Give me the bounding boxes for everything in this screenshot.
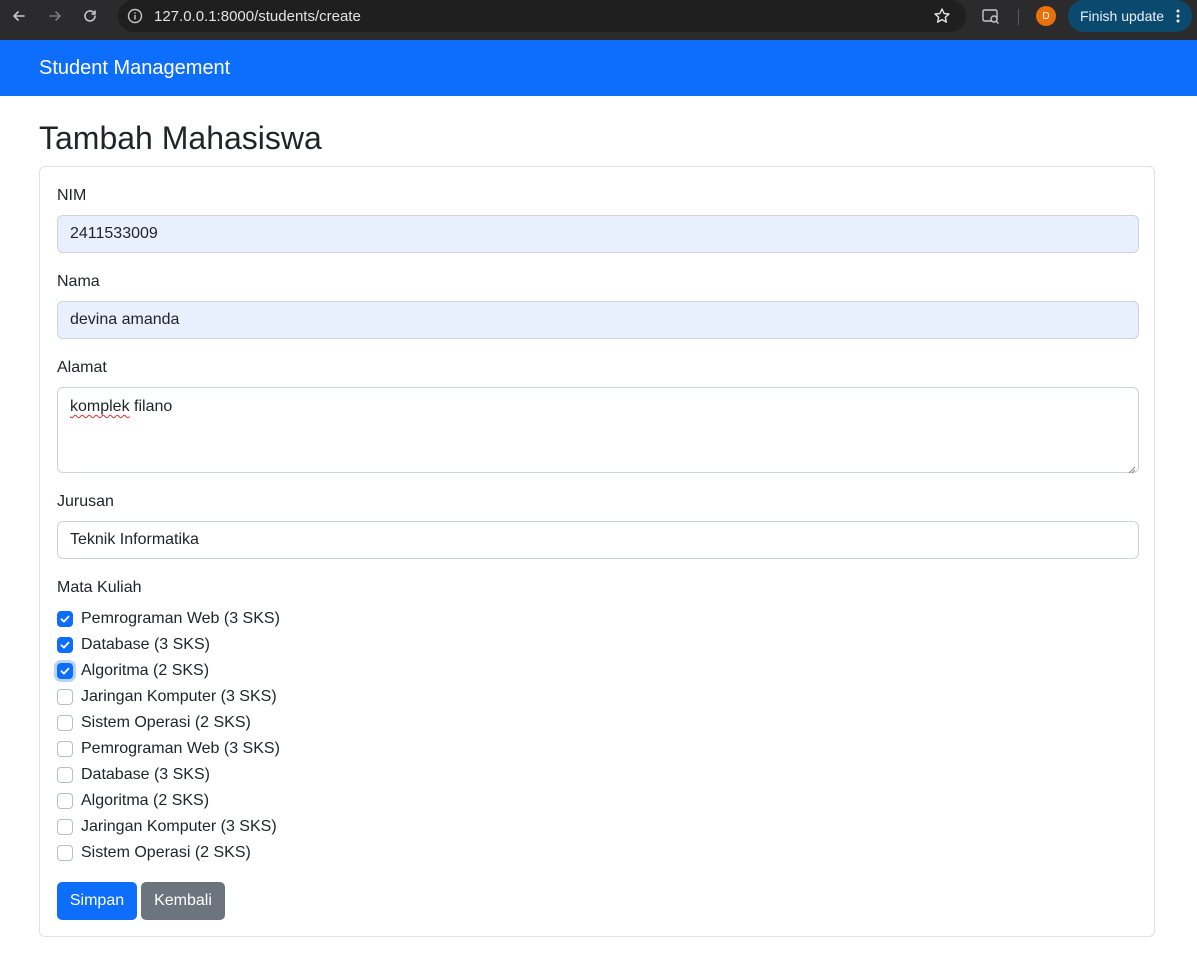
- course-checkbox[interactable]: [57, 715, 73, 731]
- more-vert-icon[interactable]: [1176, 8, 1180, 24]
- forward-arrow-icon[interactable]: [43, 4, 67, 28]
- course-checkbox-row[interactable]: Jaringan Komputer (3 SKS): [57, 817, 277, 837]
- url-text: 127.0.0.1:8000/students/create: [154, 8, 361, 25]
- back-arrow-icon[interactable]: [7, 4, 31, 28]
- course-checkbox[interactable]: [57, 611, 73, 627]
- course-checkbox-row[interactable]: Database (3 SKS): [57, 765, 210, 785]
- tab-search-icon[interactable]: [980, 5, 1002, 27]
- course-checkbox-label: Jaringan Komputer (3 SKS): [81, 818, 277, 835]
- course-checkbox-row[interactable]: Algoritma (2 SKS): [57, 791, 209, 811]
- course-checkbox-row[interactable]: Jaringan Komputer (3 SKS): [57, 687, 277, 707]
- course-checkbox-row[interactable]: Pemrograman Web (3 SKS): [57, 739, 280, 759]
- address-bar[interactable]: 127.0.0.1:8000/students/create: [118, 0, 966, 32]
- course-checkbox-row[interactable]: Database (3 SKS): [57, 635, 210, 655]
- course-checkbox-row[interactable]: Sistem Operasi (2 SKS): [57, 713, 251, 733]
- checkmark-icon: [60, 667, 70, 675]
- finish-update-label: Finish update: [1080, 8, 1165, 24]
- course-checkbox[interactable]: [57, 819, 73, 835]
- nim-value: 2411533009: [70, 225, 158, 242]
- course-checkbox-label: Sistem Operasi (2 SKS): [81, 714, 251, 731]
- alamat-textarea[interactable]: komplek filano: [57, 387, 1139, 474]
- resize-handle-icon[interactable]: [1127, 461, 1136, 474]
- course-checkbox-label: Sistem Operasi (2 SKS): [81, 844, 251, 861]
- nama-value: devina amanda: [70, 311, 180, 328]
- profile-avatar[interactable]: D: [1036, 6, 1056, 26]
- jurusan-value: Teknik Informatika: [70, 531, 199, 548]
- course-checkbox-label: Algoritma (2 SKS): [81, 662, 210, 679]
- browser-toolbar: 127.0.0.1:8000/students/create D Finish …: [0, 0, 1197, 40]
- checkmark-icon: [60, 615, 70, 623]
- jurusan-label: Jurusan: [57, 493, 114, 510]
- mata-kuliah-label: Mata Kuliah: [57, 579, 142, 596]
- alamat-value: komplek filano: [70, 398, 172, 416]
- app-navbar: Student Management: [0, 40, 1197, 96]
- course-checkbox[interactable]: [57, 793, 73, 809]
- bookmark-star-icon[interactable]: [932, 6, 952, 26]
- course-checkbox-row[interactable]: Algoritma (2 SKS): [57, 661, 209, 681]
- course-checkbox-row[interactable]: Pemrograman Web (3 SKS): [57, 609, 280, 629]
- toolbar-divider: [1018, 9, 1019, 25]
- alamat-value-word2: filano: [129, 398, 173, 415]
- course-checkbox-label: Database (3 SKS): [81, 636, 210, 653]
- course-checkbox[interactable]: [57, 845, 73, 861]
- finish-update-button[interactable]: Finish update: [1068, 0, 1192, 32]
- course-checkbox-label: Algoritma (2 SKS): [81, 792, 210, 809]
- course-checkbox-label: Pemrograman Web (3 SKS): [81, 610, 280, 627]
- kembali-button[interactable]: Kembali: [141, 882, 225, 920]
- navbar-brand[interactable]: Student Management: [39, 57, 230, 80]
- page-title: Tambah Mahasiswa: [39, 120, 322, 156]
- nama-label: Nama: [57, 273, 100, 290]
- profile-initial: D: [1042, 10, 1050, 22]
- course-checkbox-label: Pemrograman Web (3 SKS): [81, 740, 280, 757]
- nim-input[interactable]: 2411533009: [57, 215, 1139, 253]
- course-checkbox[interactable]: [57, 767, 73, 783]
- course-checkbox[interactable]: [57, 689, 73, 705]
- course-checkbox-row[interactable]: Sistem Operasi (2 SKS): [57, 843, 251, 863]
- course-checkbox[interactable]: [57, 637, 73, 653]
- course-checkbox-label: Jaringan Komputer (3 SKS): [81, 688, 277, 705]
- course-checkbox[interactable]: [57, 663, 73, 679]
- nama-input[interactable]: devina amanda: [57, 301, 1139, 339]
- course-checkbox[interactable]: [57, 741, 73, 757]
- site-info-icon[interactable]: [126, 7, 144, 25]
- alamat-value-word1: komplek: [70, 398, 130, 415]
- simpan-button[interactable]: Simpan: [57, 882, 137, 920]
- form-card: NIM 2411533009 Nama devina amanda Alamat…: [39, 166, 1155, 937]
- course-checkbox-label: Database (3 SKS): [81, 766, 210, 783]
- alamat-label: Alamat: [57, 359, 107, 376]
- checkmark-icon: [60, 641, 70, 649]
- jurusan-input[interactable]: Teknik Informatika: [57, 521, 1139, 559]
- nim-label: NIM: [57, 187, 87, 204]
- reload-icon[interactable]: [78, 4, 102, 28]
